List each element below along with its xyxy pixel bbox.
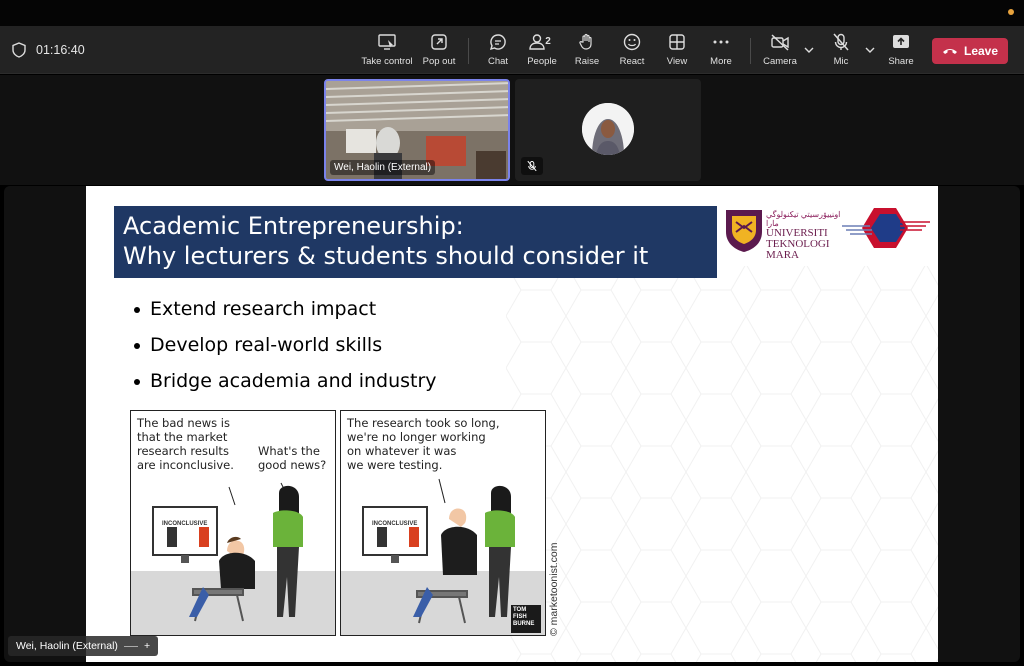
mic-button[interactable]: Mic <box>828 32 854 70</box>
share-label: Share <box>888 56 914 67</box>
meeting-timer: 01:16:40 <box>36 43 85 57</box>
take-control-button[interactable]: Take control <box>360 32 414 70</box>
avatar <box>582 103 634 155</box>
people-count-badge: 2 <box>545 36 551 47</box>
mic-label: Mic <box>833 56 849 67</box>
share-button[interactable]: Share <box>886 32 916 70</box>
cartoonist-signature: TOM FISH BURNE <box>513 607 534 628</box>
screen-label: INCONCLUSIVE <box>162 521 208 527</box>
shared-slide: Academic Entrepreneurship: Why lecturers… <box>86 186 938 662</box>
shield-icon <box>12 42 26 58</box>
pop-out-button[interactable]: Pop out <box>420 32 458 70</box>
raise-hand-icon <box>579 33 592 50</box>
comic-panel-2: The research took so long, we're no long… <box>340 410 546 636</box>
meeting-toolbar: 01:16:40 Take control Pop out Chat 2 Peo… <box>0 26 1024 74</box>
people-label: People <box>527 56 557 67</box>
mic-off-icon <box>833 33 849 51</box>
slide-title-line1: Academic Entrepreneurship: <box>123 212 464 240</box>
view-grid-icon <box>669 34 685 50</box>
camera-label: Camera <box>763 56 797 67</box>
more-button[interactable]: More <box>706 32 736 70</box>
signature-line: BURNE <box>513 621 535 627</box>
expand-icon[interactable]: + <box>144 640 150 652</box>
mic-options-chevron-icon[interactable] <box>864 44 876 56</box>
take-control-label: Take control <box>361 56 413 67</box>
window-top-strip <box>0 0 1024 26</box>
chat-icon <box>489 34 506 51</box>
comic-panel-1: The bad news is that the market research… <box>130 410 336 636</box>
camera-off-icon <box>771 34 789 51</box>
chat-button[interactable]: Chat <box>484 32 512 70</box>
screen-label: INCONCLUSIVE <box>372 521 418 527</box>
pop-out-label: Pop out <box>422 56 456 67</box>
partner-logo <box>842 208 930 248</box>
divider <box>123 645 138 647</box>
leave-button[interactable]: Leave <box>932 38 1008 64</box>
comic-credit: © marketoonist.com <box>548 542 560 636</box>
presenter-name-chip[interactable]: Wei, Haolin (External) + <box>8 636 159 656</box>
raise-hand-button[interactable]: Raise <box>572 32 602 70</box>
react-button[interactable]: React <box>616 32 648 70</box>
share-icon <box>893 35 909 48</box>
slide-title-box: Academic Entrepreneurship: Why lecturers… <box>114 206 717 278</box>
slide-bullet: Extend research impact <box>134 294 437 330</box>
slide-comic: The bad news is that the market research… <box>130 410 560 638</box>
uitm-logo <box>726 210 762 252</box>
view-label: View <box>666 56 688 67</box>
participant-tile-video[interactable]: Wei, Haolin (External) <box>324 79 510 181</box>
raise-label: Raise <box>574 56 600 67</box>
react-icon <box>623 33 641 51</box>
uitm-arabic-text: ﺍﻭﻨﻴﯿﯚﺭﺳﻴﺘﻲ ﺗﻴﻜﻨﻮﻟﻮﮔﻲ ﻣﺎرا <box>766 210 841 228</box>
people-icon <box>529 34 545 50</box>
more-label: More <box>710 56 732 67</box>
presenter-name: Wei, Haolin (External) <box>16 640 118 652</box>
chat-label: Chat <box>487 56 509 67</box>
pop-out-icon <box>431 34 447 50</box>
toolbar-divider <box>750 38 751 64</box>
slide-bullet: Bridge academia and industry <box>134 366 437 402</box>
slide-title-line2: Why lecturers & students should consider… <box>123 242 649 270</box>
more-icon <box>713 40 729 44</box>
participant-name: Wei, Haolin (External) <box>330 160 436 175</box>
slide-bullet-list: Extend research impact Develop real-worl… <box>134 294 437 402</box>
notification-dot <box>1008 9 1014 15</box>
muted-mic-icon <box>521 157 543 175</box>
camera-button[interactable]: Camera <box>762 32 798 70</box>
people-button[interactable]: 2 People <box>526 32 558 70</box>
phone-hangup-icon <box>942 49 957 54</box>
uitm-wordmark: ﺍﻭﻨﻴﯿﯚﺭﺳﻴﺘﻲ ﺗﻴﻜﻨﻮﻟﻮﮔﻲ ﻣﺎرا UNIVERSITI TE… <box>766 210 846 261</box>
react-label: React <box>619 56 645 67</box>
leave-label: Leave <box>963 44 999 58</box>
view-button[interactable]: View <box>662 32 692 70</box>
participant-gallery: Wei, Haolin (External) <box>0 75 1024 185</box>
participant-tile-avatar[interactable] <box>515 79 701 181</box>
signature-line: TOM <box>513 607 527 613</box>
toolbar-divider <box>468 38 469 64</box>
uitm-name-line: MARA <box>766 249 800 261</box>
take-control-icon <box>378 34 396 50</box>
signature-line: FISH <box>513 614 527 620</box>
slide-bullet: Develop real-world skills <box>134 330 437 366</box>
camera-options-chevron-icon[interactable] <box>803 44 815 56</box>
